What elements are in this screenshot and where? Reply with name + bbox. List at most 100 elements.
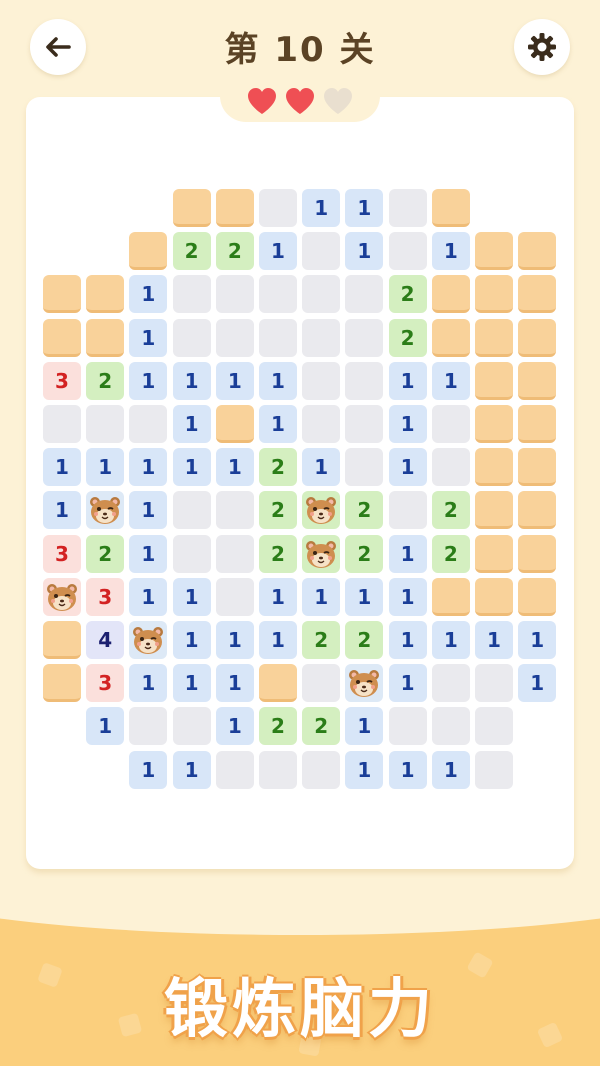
number-cell[interactable]: 3 xyxy=(43,534,81,573)
empty-cell[interactable] xyxy=(129,405,168,443)
hidden-cell[interactable] xyxy=(431,318,470,357)
empty-cell[interactable] xyxy=(43,405,81,443)
mine-cell[interactable] xyxy=(129,621,168,659)
number-cell[interactable]: 2 xyxy=(172,232,211,271)
number-cell[interactable]: 2 xyxy=(86,361,125,400)
empty-cell[interactable] xyxy=(388,707,427,746)
number-cell[interactable]: 1 xyxy=(86,448,125,487)
empty-cell[interactable] xyxy=(172,275,211,314)
number-cell[interactable]: 1 xyxy=(172,577,211,616)
number-cell[interactable]: 2 xyxy=(302,621,341,659)
number-cell[interactable]: 1 xyxy=(475,621,513,659)
number-cell[interactable]: 1 xyxy=(388,664,427,703)
hidden-cell[interactable] xyxy=(86,275,125,314)
number-cell[interactable]: 2 xyxy=(431,491,470,530)
empty-cell[interactable] xyxy=(215,577,254,616)
number-cell[interactable]: 1 xyxy=(215,448,254,487)
number-cell[interactable]: 2 xyxy=(259,491,297,530)
empty-cell[interactable] xyxy=(388,189,427,227)
number-cell[interactable]: 1 xyxy=(259,232,297,271)
mine-cell[interactable] xyxy=(302,491,341,530)
empty-cell[interactable] xyxy=(86,405,125,443)
empty-cell[interactable] xyxy=(302,405,341,443)
empty-cell[interactable] xyxy=(345,405,384,443)
number-cell[interactable]: 4 xyxy=(86,621,125,659)
number-cell[interactable]: 1 xyxy=(431,232,470,271)
number-cell[interactable]: 1 xyxy=(388,448,427,487)
number-cell[interactable]: 1 xyxy=(129,448,168,487)
settings-button[interactable] xyxy=(514,19,570,75)
hidden-cell[interactable] xyxy=(518,405,557,443)
number-cell[interactable]: 1 xyxy=(172,361,211,400)
empty-cell[interactable] xyxy=(259,318,297,357)
number-cell[interactable]: 1 xyxy=(345,577,384,616)
empty-cell[interactable] xyxy=(215,318,254,357)
empty-cell[interactable] xyxy=(259,189,297,227)
number-cell[interactable]: 1 xyxy=(388,577,427,616)
number-cell[interactable]: 1 xyxy=(345,707,384,746)
number-cell[interactable]: 1 xyxy=(215,621,254,659)
empty-cell[interactable] xyxy=(345,448,384,487)
number-cell[interactable]: 2 xyxy=(86,534,125,573)
number-cell[interactable]: 1 xyxy=(388,750,427,789)
hidden-cell[interactable] xyxy=(43,318,81,357)
hidden-cell[interactable] xyxy=(431,275,470,314)
empty-cell[interactable] xyxy=(215,534,254,573)
empty-cell[interactable] xyxy=(475,664,513,703)
number-cell[interactable]: 1 xyxy=(172,448,211,487)
empty-cell[interactable] xyxy=(172,534,211,573)
number-cell[interactable]: 1 xyxy=(215,361,254,400)
empty-cell[interactable] xyxy=(345,275,384,314)
number-cell[interactable]: 1 xyxy=(302,448,341,487)
number-cell[interactable]: 1 xyxy=(388,405,427,443)
hidden-cell[interactable] xyxy=(518,275,557,314)
hidden-cell[interactable] xyxy=(475,232,513,271)
hidden-cell[interactable] xyxy=(475,577,513,616)
mine-cell[interactable] xyxy=(302,534,341,573)
number-cell[interactable]: 1 xyxy=(388,534,427,573)
number-cell[interactable]: 1 xyxy=(302,189,341,227)
hidden-cell[interactable] xyxy=(475,491,513,530)
empty-cell[interactable] xyxy=(302,750,341,789)
hidden-cell[interactable] xyxy=(259,664,297,703)
hidden-cell[interactable] xyxy=(475,405,513,443)
empty-cell[interactable] xyxy=(431,405,470,443)
number-cell[interactable]: 2 xyxy=(388,318,427,357)
empty-cell[interactable] xyxy=(345,318,384,357)
number-cell[interactable]: 1 xyxy=(302,577,341,616)
number-cell[interactable]: 1 xyxy=(43,448,81,487)
number-cell[interactable]: 2 xyxy=(431,534,470,573)
empty-cell[interactable] xyxy=(475,707,513,746)
number-cell[interactable]: 2 xyxy=(345,491,384,530)
number-cell[interactable]: 2 xyxy=(259,448,297,487)
number-cell[interactable]: 1 xyxy=(259,577,297,616)
hidden-cell[interactable] xyxy=(43,275,81,314)
number-cell[interactable]: 1 xyxy=(129,318,168,357)
hidden-cell[interactable] xyxy=(86,318,125,357)
hidden-cell[interactable] xyxy=(518,232,557,271)
empty-cell[interactable] xyxy=(215,275,254,314)
number-cell[interactable]: 1 xyxy=(215,664,254,703)
empty-cell[interactable] xyxy=(345,361,384,400)
number-cell[interactable]: 1 xyxy=(172,664,211,703)
number-cell[interactable]: 1 xyxy=(86,707,125,746)
number-cell[interactable]: 1 xyxy=(345,232,384,271)
hidden-cell[interactable] xyxy=(431,577,470,616)
number-cell[interactable]: 1 xyxy=(129,750,168,789)
empty-cell[interactable] xyxy=(431,664,470,703)
number-cell[interactable]: 1 xyxy=(518,621,557,659)
number-cell[interactable]: 1 xyxy=(259,405,297,443)
hidden-cell[interactable] xyxy=(215,405,254,443)
number-cell[interactable]: 1 xyxy=(129,491,168,530)
number-cell[interactable]: 3 xyxy=(86,664,125,703)
hidden-cell[interactable] xyxy=(518,448,557,487)
number-cell[interactable]: 1 xyxy=(129,361,168,400)
number-cell[interactable]: 2 xyxy=(302,707,341,746)
number-cell[interactable]: 1 xyxy=(388,361,427,400)
empty-cell[interactable] xyxy=(302,361,341,400)
empty-cell[interactable] xyxy=(302,664,341,703)
number-cell[interactable]: 1 xyxy=(172,750,211,789)
number-cell[interactable]: 1 xyxy=(431,621,470,659)
hidden-cell[interactable] xyxy=(129,232,168,271)
number-cell[interactable]: 2 xyxy=(259,707,297,746)
